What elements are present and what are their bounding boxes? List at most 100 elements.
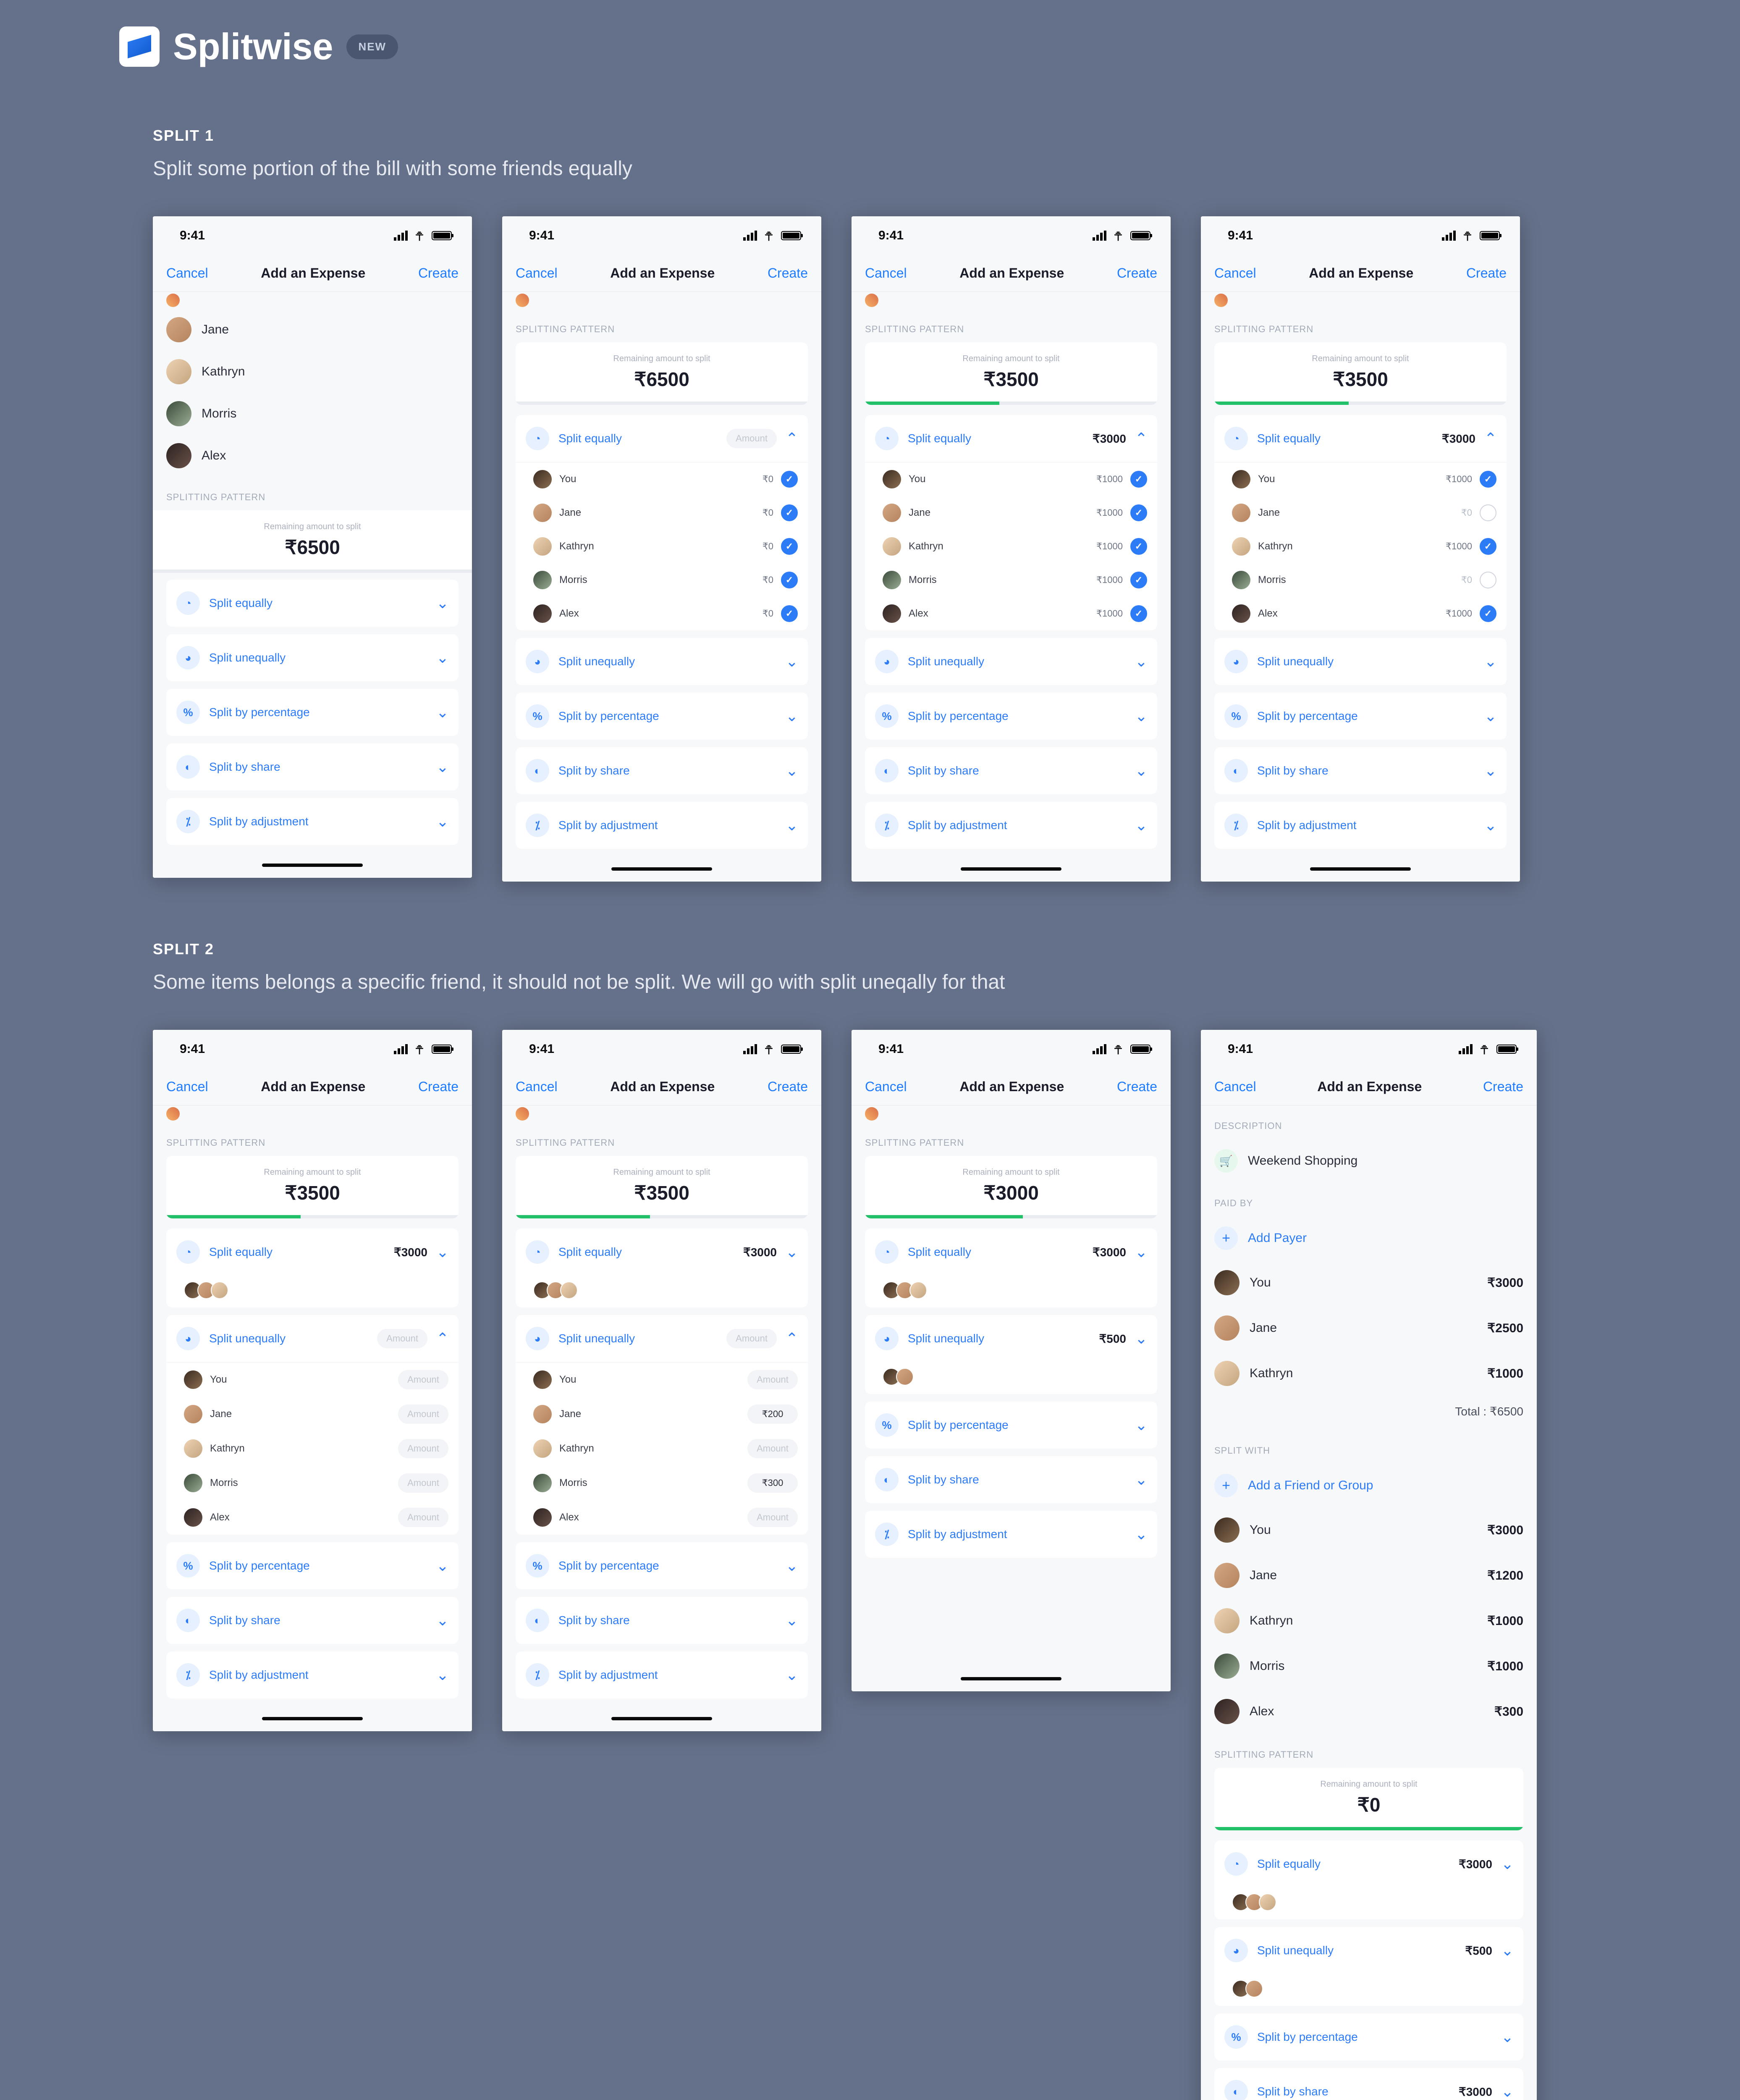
description-row[interactable]: 🛒 Weekend Shopping [1201,1139,1537,1183]
checkbox[interactable] [781,471,798,488]
split-equally-option[interactable]: ◔ Split equally ₹3000 [1214,415,1507,462]
splitwith-row[interactable]: Jane₹1200 [1201,1553,1537,1598]
split-share-option[interactable]: ◐ Split by share [166,1597,459,1644]
checkbox[interactable] [1480,504,1496,521]
person-row[interactable]: Morris Amount [166,1466,459,1500]
person-row[interactable]: Jane ₹0 [1214,496,1507,530]
split-percent-option[interactable]: % Split by percentage [1214,693,1507,740]
split-unequally-option[interactable]: ◕ Split unequally [1214,638,1507,685]
person-row[interactable]: Alex Amount [516,1500,808,1535]
split-share-option[interactable]: ◐ Split by share [1214,747,1507,794]
checkbox[interactable] [1480,572,1496,588]
amount-placeholder[interactable]: Amount [726,429,777,448]
split-equally-option[interactable]: ◔ Split equally ₹3000 [865,1228,1157,1276]
split-percent-option[interactable]: % Split by percentage [516,693,808,740]
splitwith-row[interactable]: You₹3000 [1201,1507,1537,1553]
split-share-option[interactable]: ◐ Split by share [865,747,1157,794]
person-row[interactable]: You ₹0 [516,462,808,496]
person-row[interactable]: Kathryn ₹1000 [865,530,1157,563]
split-equally-option[interactable]: ◔ Split equally ₹3000 [516,1228,808,1276]
split-unequally-option[interactable]: ◕ Split unequally Amount [166,1315,459,1362]
cancel-button[interactable]: Cancel [865,265,907,281]
create-button[interactable]: Create [1117,1079,1157,1095]
amount-placeholder[interactable]: Amount [726,1329,777,1348]
checkbox[interactable] [1130,572,1147,588]
amount-field[interactable]: ₹200 [747,1404,798,1424]
create-button[interactable]: Create [1466,265,1507,281]
checkbox[interactable] [781,504,798,521]
cancel-button[interactable]: Cancel [516,265,558,281]
person-row[interactable]: You Amount [166,1362,459,1397]
cancel-button[interactable]: Cancel [1214,1079,1256,1095]
create-button[interactable]: Create [768,265,808,281]
create-button[interactable]: Create [768,1079,808,1095]
split-adjust-option[interactable]: ⁒ Split by adjustment [166,1651,459,1698]
split-percent-option[interactable]: % Split by percentage [516,1542,808,1589]
split-adjust-option[interactable]: ⁒ Split by adjustment [516,1651,808,1698]
cancel-button[interactable]: Cancel [166,1079,208,1095]
person-row[interactable]: Alex ₹0 [516,597,808,630]
person-row[interactable]: Kathryn ₹0 [516,530,808,563]
split-unequally-option[interactable]: ◕ Split unequally [166,634,459,681]
checkbox[interactable] [1480,605,1496,622]
amount-field[interactable]: Amount [398,1370,448,1389]
split-adjust-option[interactable]: ⁒ Split by adjustment [1214,802,1507,849]
splitwith-row[interactable]: Morris₹1000 [1201,1643,1537,1689]
person-row[interactable]: Jane Amount [166,1397,459,1431]
amount-field[interactable]: Amount [747,1370,798,1389]
person-row[interactable]: Alex ₹1000 [1214,597,1507,630]
split-percent-option[interactable]: % Split by percentage [166,689,459,736]
amount-field[interactable]: ₹300 [747,1473,798,1493]
person-row[interactable]: Jane ₹200 [516,1397,808,1431]
split-unequally-option[interactable]: ◕ Split unequally [516,638,808,685]
split-unequally-option[interactable]: ◕ Split unequally Amount [516,1315,808,1362]
split-percent-option[interactable]: % Split by percentage [865,1402,1157,1449]
person-row[interactable]: Kathryn Amount [516,1431,808,1466]
checkbox[interactable] [781,538,798,555]
amount-field[interactable]: Amount [747,1439,798,1458]
person-row[interactable]: Morris ₹300 [516,1466,808,1500]
split-share-option[interactable]: ◐ Split by share [516,747,808,794]
split-percent-option[interactable]: % Split by percentage [1214,2013,1523,2061]
payer-row[interactable]: You₹3000 [1201,1260,1537,1305]
split-equally-option[interactable]: ◔ Split equally ₹3000 [166,1228,459,1276]
friend-row[interactable]: Kathryn [153,351,472,393]
split-equally-option[interactable]: ◔ Split equally ₹3000 [865,415,1157,462]
checkbox[interactable] [1130,538,1147,555]
split-unequally-option[interactable]: ◕ Split unequally [865,638,1157,685]
split-adjust-option[interactable]: ⁒ Split by adjustment [865,802,1157,849]
split-adjust-option[interactable]: ⁒ Split by adjustment [865,1511,1157,1558]
amount-field[interactable]: Amount [398,1404,448,1424]
amount-field[interactable]: Amount [398,1508,448,1527]
person-row[interactable]: Jane ₹0 [516,496,808,530]
split-share-option[interactable]: ◐ Split by share [516,1597,808,1644]
friend-row[interactable]: Alex [153,435,472,477]
checkbox[interactable] [1130,605,1147,622]
splitwith-row[interactable]: Alex₹300 [1201,1689,1537,1734]
split-unequally-option[interactable]: ◕ Split unequally ₹500 [865,1315,1157,1362]
person-row[interactable]: Morris ₹0 [1214,563,1507,597]
cancel-button[interactable]: Cancel [166,265,208,281]
amount-field[interactable]: Amount [398,1439,448,1458]
person-row[interactable]: Alex Amount [166,1500,459,1535]
checkbox[interactable] [1480,471,1496,488]
person-row[interactable]: Kathryn ₹1000 [1214,530,1507,563]
create-button[interactable]: Create [418,265,459,281]
split-adjust-option[interactable]: ⁒ Split by adjustment [516,802,808,849]
payer-row[interactable]: Kathryn₹1000 [1201,1351,1537,1396]
create-button[interactable]: Create [418,1079,459,1095]
checkbox[interactable] [1480,538,1496,555]
create-button[interactable]: Create [1483,1079,1523,1095]
checkbox[interactable] [1130,471,1147,488]
split-equally-option[interactable]: ◔ Split equally [166,580,459,627]
split-share-option[interactable]: ◐ Split by share [865,1456,1157,1503]
split-share-option[interactable]: ◐ Split by share [166,743,459,790]
cancel-button[interactable]: Cancel [1214,265,1256,281]
cancel-button[interactable]: Cancel [516,1079,558,1095]
split-percent-option[interactable]: % Split by percentage [166,1542,459,1589]
splitwith-row[interactable]: Kathryn₹1000 [1201,1598,1537,1643]
split-unequally-option[interactable]: ◕ Split unequally ₹500 [1214,1927,1523,1974]
checkbox[interactable] [1130,504,1147,521]
amount-field[interactable]: Amount [747,1508,798,1527]
person-row[interactable]: Morris ₹1000 [865,563,1157,597]
